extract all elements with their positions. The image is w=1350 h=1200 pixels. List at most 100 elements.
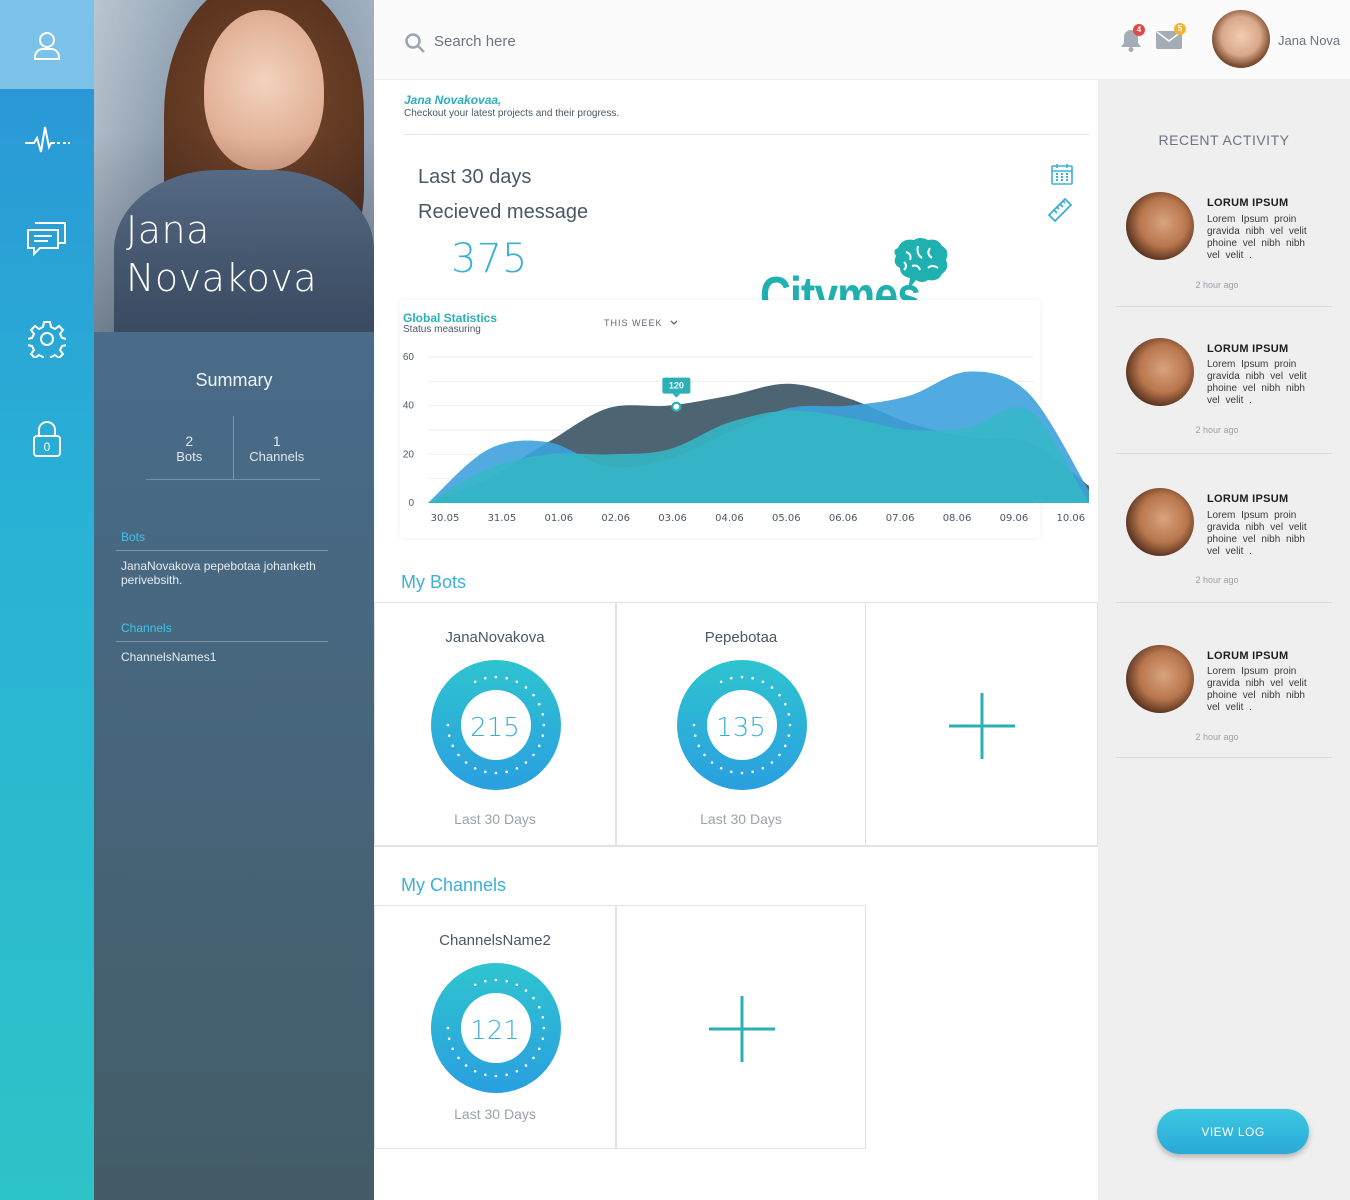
chart-x-tick: 06.06 xyxy=(829,513,858,524)
side-channels-label: Channels xyxy=(121,621,172,635)
chart-y-tick: 20 xyxy=(403,449,415,460)
chart-annotation-point xyxy=(671,401,682,412)
settings-nav-button[interactable] xyxy=(0,294,94,383)
chart-x-tick: 30.05 xyxy=(431,513,460,524)
search-input[interactable] xyxy=(434,30,734,52)
notifications-button[interactable]: 4 xyxy=(1120,24,1145,57)
activity-avatar xyxy=(1126,488,1194,556)
bot-card[interactable]: JanaNovakova 215 Last 30 Days xyxy=(374,602,616,846)
chart-x-tick: 08.06 xyxy=(943,513,972,524)
activity-title: LORUM IPSUM xyxy=(1207,343,1289,355)
messages-button[interactable]: 5 xyxy=(1156,23,1186,54)
chat-icon xyxy=(27,221,66,256)
activity-title: LORUM IPSUM xyxy=(1207,197,1289,209)
bot-card-footer: Last 30 Days xyxy=(454,811,536,827)
add-bot-button[interactable] xyxy=(865,602,1098,846)
calendar-icon[interactable] xyxy=(1051,163,1073,185)
bots-count: 2 xyxy=(185,433,194,449)
activity-item[interactable]: LORUM IPSUM Lorem Ipsum proin gravida ni… xyxy=(1116,180,1332,307)
channels-stat: 1 Channels xyxy=(234,416,321,479)
search-icon xyxy=(405,33,425,53)
bot-card-value: 215 xyxy=(470,713,520,743)
activity-text: Lorem Ipsum proin gravida nibh vel velit… xyxy=(1207,214,1307,261)
bots-stat: 2 Bots xyxy=(146,416,233,479)
lock-badge: 0 xyxy=(44,440,51,454)
activity-time: 2 hour ago xyxy=(1195,575,1239,585)
chart-subtitle: Status measuring xyxy=(403,324,481,335)
user-avatar[interactable] xyxy=(1212,10,1270,68)
stats-label: Recieved message xyxy=(418,201,589,223)
chart-filter-label: THIS WEEK xyxy=(604,318,663,328)
chart-annotation-pointer xyxy=(672,393,681,398)
chart-x-tick: 03.06 xyxy=(658,513,687,524)
activity-nav-button[interactable] xyxy=(0,96,94,185)
add-channel-button[interactable] xyxy=(616,905,866,1149)
activity-item[interactable]: LORUM IPSUM Lorem Ipsum proin gravida ni… xyxy=(1116,603,1332,758)
greeting-subtitle: Checkout your latest projects and their … xyxy=(404,108,620,119)
activity-time: 2 hour ago xyxy=(1195,280,1239,290)
chart-title: Global Statistics xyxy=(403,311,498,325)
messages-nav-button[interactable] xyxy=(0,194,94,283)
my-bots-bottom-rule xyxy=(374,846,1098,847)
pulse-icon xyxy=(25,126,70,152)
plus-icon xyxy=(949,693,1015,759)
lock-icon: 0 xyxy=(33,420,61,457)
chart-plot: 0 20 40 60 30.05 31.05 01.06 02.06 03.06 04.06 05.… xyxy=(403,352,1089,524)
side-channels-text: ChannelsNames1 xyxy=(121,650,217,664)
chart-y-tick: 40 xyxy=(403,401,415,412)
bots-stat-label: Bots xyxy=(176,449,203,464)
profile-panel: Jana Novakova Summary 2 Bots 1 Channels … xyxy=(94,0,374,1200)
user-name[interactable]: Jana Nova xyxy=(1278,33,1340,48)
stats-period: Last 30 days xyxy=(418,166,532,188)
activity-avatar xyxy=(1126,192,1194,260)
chart-period-dropdown[interactable]: THIS WEEK xyxy=(604,318,678,328)
view-log-button[interactable]: VIEW LOG xyxy=(1157,1109,1309,1154)
channel-card-footer: Last 30 Days xyxy=(454,1106,536,1122)
chart-x-tick: 05.06 xyxy=(772,513,801,524)
profile-nav-button[interactable] xyxy=(0,0,94,89)
notifications-badge: 4 xyxy=(1133,24,1145,36)
messages-badge: 5 xyxy=(1174,23,1186,35)
chart-y-tick: 60 xyxy=(403,352,415,363)
my-channels-title: My Channels xyxy=(401,875,507,895)
activity-item[interactable]: LORUM IPSUM Lorem Ipsum proin gravida ni… xyxy=(1116,454,1332,603)
bot-card[interactable]: Pepebotaa 135 Last 30 Days xyxy=(616,602,866,846)
chevron-down-icon xyxy=(670,320,678,325)
my-bots-title: My Bots xyxy=(401,572,467,592)
chart-x-tick: 02.06 xyxy=(601,513,630,524)
activity-avatar xyxy=(1126,338,1194,406)
chart-x-tick: 01.06 xyxy=(544,513,573,524)
ruler-icon[interactable] xyxy=(1047,196,1075,222)
chart-y-tick: 0 xyxy=(408,498,414,509)
summary-stats: 2 Bots 1 Channels xyxy=(146,416,320,480)
side-bots-rule xyxy=(116,550,328,551)
bot-card-name: JanaNovakova xyxy=(445,629,545,646)
stats-value: 375 xyxy=(451,236,528,282)
chart-x-tick: 10.06 xyxy=(1056,513,1085,524)
channel-card-value: 121 xyxy=(470,1016,520,1046)
channels-stat-label: Channels xyxy=(249,449,305,464)
channel-card-name: ChannelsName2 xyxy=(439,932,551,949)
lock-nav-button[interactable]: 0 xyxy=(0,395,94,484)
chart-annotation-label: 120 xyxy=(669,381,684,391)
activity-item[interactable]: LORUM IPSUM Lorem Ipsum proin gravida ni… xyxy=(1116,307,1332,454)
bot-card-value: 135 xyxy=(716,713,766,743)
bot-card-footer: Last 30 Days xyxy=(700,811,782,827)
channel-card[interactable]: ChannelsName2 121 Last 30 Days xyxy=(374,905,616,1149)
greeting-divider xyxy=(404,134,1090,135)
gear-icon xyxy=(28,320,66,358)
activity-text: Lorem Ipsum proin gravida nibh vel velit… xyxy=(1207,359,1307,406)
chart-x-tick: 04.06 xyxy=(715,513,744,524)
activity-time: 2 hour ago xyxy=(1195,425,1239,435)
activity-text: Lorem Ipsum proin gravida nibh vel velit… xyxy=(1207,666,1307,713)
activity-title: LORUM IPSUM xyxy=(1207,493,1289,505)
summary-title: Summary xyxy=(195,370,273,390)
channels-count: 1 xyxy=(272,433,281,449)
profile-name: Jana Novakova xyxy=(126,208,318,300)
side-bots-text: JanaNovakova pepebotaa johanketh periveb… xyxy=(121,559,316,587)
icon-rail: 0 xyxy=(0,0,94,1200)
top-bar: 4 5 Jana Nova xyxy=(374,0,1350,80)
chart-x-tick: 07.06 xyxy=(886,513,915,524)
activity-avatar xyxy=(1126,645,1194,713)
recent-activity-panel: RECENT ACTIVITY LORUM IPSUM Lorem Ipsum … xyxy=(1098,80,1350,1200)
